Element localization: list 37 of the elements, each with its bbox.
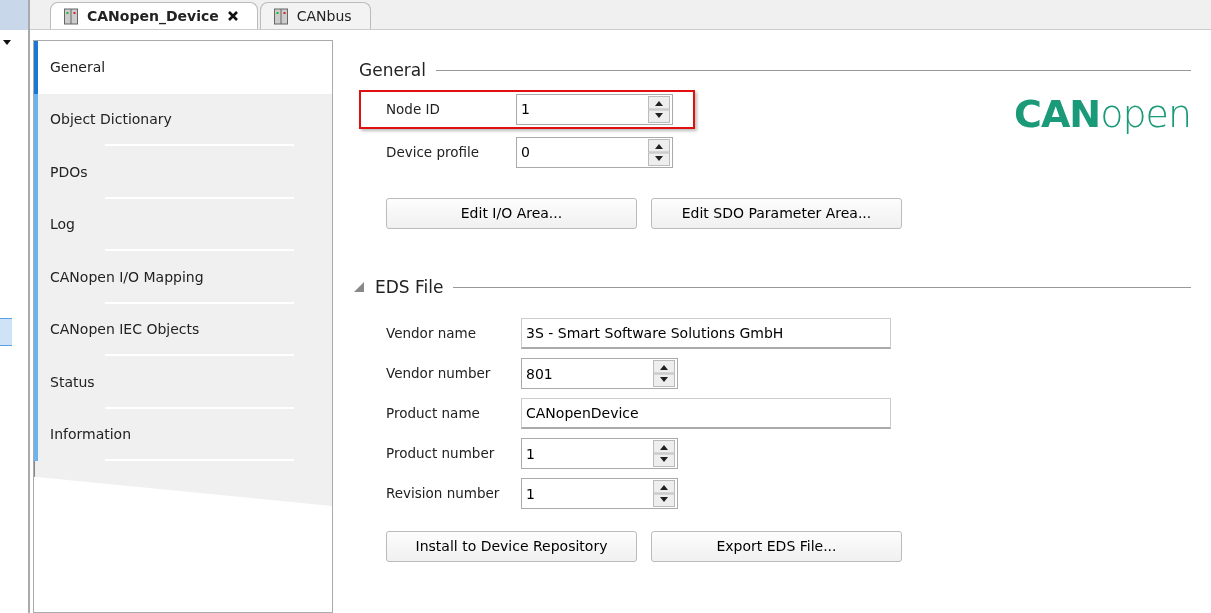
section-title: EDS File xyxy=(375,275,444,299)
canopen-logo: CANopen xyxy=(1014,90,1191,138)
action-button[interactable]: Install to Device Repository xyxy=(386,531,637,562)
spin-buttons-icon[interactable] xyxy=(653,480,675,507)
side-tab[interactable]: PDOs xyxy=(34,146,332,199)
side-tab[interactable]: Object Dictionary xyxy=(34,93,332,146)
tab-label: CANbus xyxy=(296,6,352,26)
side-tab[interactable]: Information xyxy=(34,408,332,461)
spin-buttons-icon[interactable] xyxy=(653,440,675,467)
field-label: Device profile xyxy=(386,142,481,162)
editor-tab[interactable]: CANbus xyxy=(259,2,371,29)
field-label: Vendor name xyxy=(386,324,477,344)
action-button[interactable]: Export EDS File... xyxy=(651,531,902,562)
text-field[interactable]: 3S - Smart Software Solutions GmbH xyxy=(521,318,891,349)
device-icon xyxy=(63,7,79,25)
field-label: Vendor number xyxy=(386,364,492,384)
field-label: Revision number xyxy=(386,484,501,504)
tab-label: CANopen_Device xyxy=(87,6,219,27)
side-tab[interactable]: CANopen IEC Objects xyxy=(34,303,332,356)
side-tab[interactable]: CANopen I/O Mapping xyxy=(34,251,332,304)
spin-buttons-icon[interactable] xyxy=(648,95,670,123)
action-button[interactable]: Edit I/O Area... xyxy=(386,197,637,229)
panel-header xyxy=(0,0,28,30)
side-tab[interactable]: Status xyxy=(34,356,332,409)
close-icon[interactable] xyxy=(226,10,239,22)
action-button[interactable]: Edit SDO Parameter Area... xyxy=(651,197,902,229)
side-tab[interactable]: Log xyxy=(34,198,332,251)
expander-icon[interactable] xyxy=(353,281,365,294)
editor-tab[interactable]: CANopen_Device xyxy=(50,2,258,29)
field-label: Product name xyxy=(386,404,481,424)
text-field[interactable]: CANopenDevice xyxy=(521,398,891,429)
field-label: Node ID xyxy=(386,99,441,119)
field-label: Product number xyxy=(386,444,496,464)
device-icon xyxy=(272,7,289,25)
section-title: General xyxy=(359,59,426,82)
spin-buttons-icon[interactable] xyxy=(648,138,670,166)
spin-buttons-icon[interactable] xyxy=(653,360,675,387)
